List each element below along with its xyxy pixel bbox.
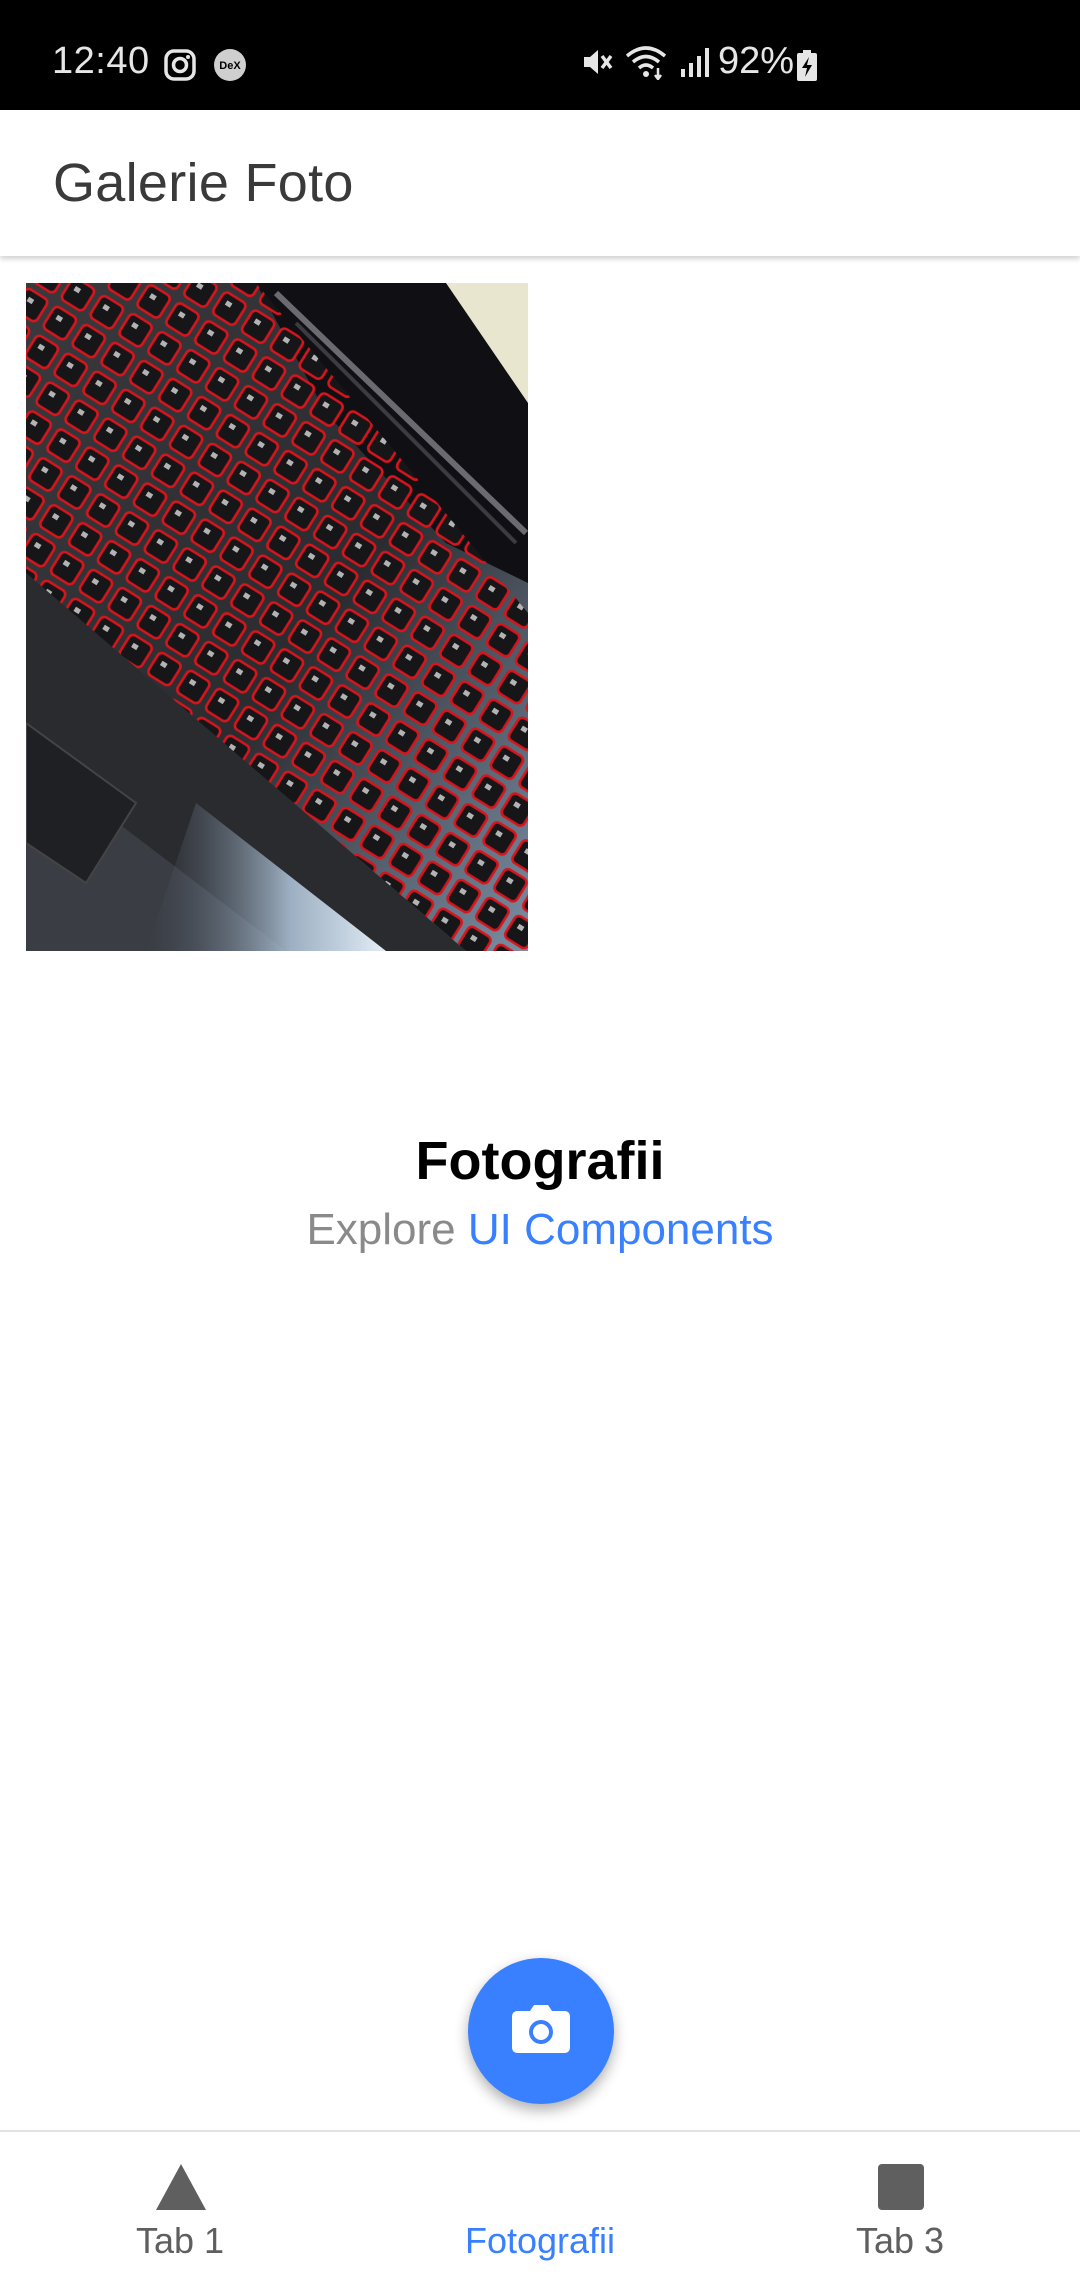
app-toolbar: Galerie Foto [0,110,1080,256]
images-icon [515,2162,567,2212]
tab-fotografii[interactable]: Fotografii [360,2132,720,2282]
bottom-tab-bar: Tab 1 Fotografii Tab 3 [0,2130,1080,2282]
laptop-keyboard-photo [26,283,528,951]
tab-tab1[interactable]: Tab 1 [0,2132,360,2282]
svg-text:DeX: DeX [219,60,241,72]
ui-components-link[interactable]: UI Components [468,1205,774,1254]
mute-icon [578,44,614,85]
triangle-icon [155,2162,207,2212]
tab-label: Fotografii [464,2220,616,2261]
gallery-photo[interactable] [26,283,528,951]
signal-icon [678,45,712,84]
instagram-icon [163,48,197,87]
dex-icon: DeX [213,48,247,87]
explore-subtitle: Explore UI Components [0,1205,1080,1255]
status-bar: 12:40 DeX 92% [0,0,1080,110]
status-notification-icons: DeX [163,48,247,87]
camera-icon [512,2004,570,2058]
page-title: Galerie Foto [53,153,354,213]
tab-tab3[interactable]: Tab 3 [720,2132,1080,2282]
explore-title: Fotografii [415,1131,665,1191]
battery-charging-icon [796,50,818,87]
battery-percent: 92% [718,40,795,82]
take-photo-button[interactable] [468,1958,614,2104]
status-system-icons [578,44,712,85]
tab-label: Tab 1 [135,2220,225,2261]
explore-subtitle-prefix: Explore [306,1205,456,1254]
wifi-icon [624,44,668,85]
status-time: 12:40 [52,40,150,82]
tab-label: Tab 3 [855,2220,945,2261]
square-icon [875,2162,927,2212]
